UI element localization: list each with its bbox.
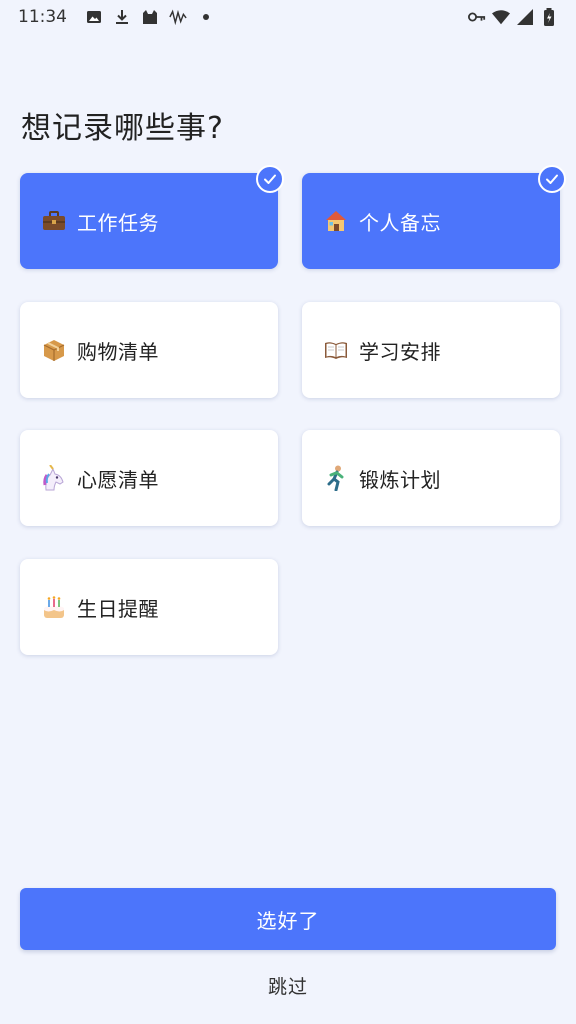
birthday-cake-icon (41, 594, 67, 620)
status-left: 11:34 (18, 7, 215, 27)
download-icon (113, 8, 131, 26)
unicorn-icon (41, 465, 67, 491)
briefcase-icon (41, 208, 67, 234)
category-label: 生日提醒 (77, 596, 159, 621)
category-card-shopping[interactable]: 购物清单 (20, 302, 278, 398)
category-card-wishlist[interactable]: 心愿清单 (20, 430, 278, 526)
category-label: 购物清单 (77, 339, 159, 364)
signal-wave-icon (169, 8, 187, 26)
category-label: 学习安排 (359, 339, 441, 364)
category-label: 锻炼计划 (359, 467, 441, 492)
category-card-work[interactable]: 工作任务 (20, 165, 284, 269)
category-card-personal[interactable]: 个人备忘 (302, 165, 566, 269)
page-title: 想记录哪些事? (21, 111, 224, 146)
category-label: 个人备忘 (359, 210, 441, 235)
skip-link[interactable]: 跳过 (0, 968, 576, 1002)
category-card-birthday[interactable]: 生日提醒 (20, 559, 278, 655)
house-icon (323, 208, 349, 234)
package-icon (41, 337, 67, 363)
category-label: 工作任务 (77, 210, 159, 235)
cat-icon (141, 8, 159, 26)
check-icon (256, 165, 284, 193)
status-right (468, 8, 558, 26)
check-icon (538, 165, 566, 193)
book-icon (323, 337, 349, 363)
wifi-icon (492, 8, 510, 26)
dot-icon (197, 8, 215, 26)
category-card-study[interactable]: 学习安排 (302, 302, 560, 398)
runner-icon (323, 465, 349, 491)
status-time: 11:34 (18, 7, 67, 27)
battery-icon (540, 8, 558, 26)
cell-signal-icon (516, 8, 534, 26)
status-bar: 11:34 (0, 0, 576, 34)
category-card-exercise[interactable]: 锻炼计划 (302, 430, 560, 526)
confirm-button[interactable]: 选好了 (20, 888, 556, 950)
onboarding-screen: 11:34 想记录哪些事? 工作任务 个人备忘 购物清单 学习安排 心愿清单 锻… (0, 0, 576, 1024)
category-label: 心愿清单 (77, 467, 159, 492)
key-icon (468, 8, 486, 26)
image-icon (85, 8, 103, 26)
